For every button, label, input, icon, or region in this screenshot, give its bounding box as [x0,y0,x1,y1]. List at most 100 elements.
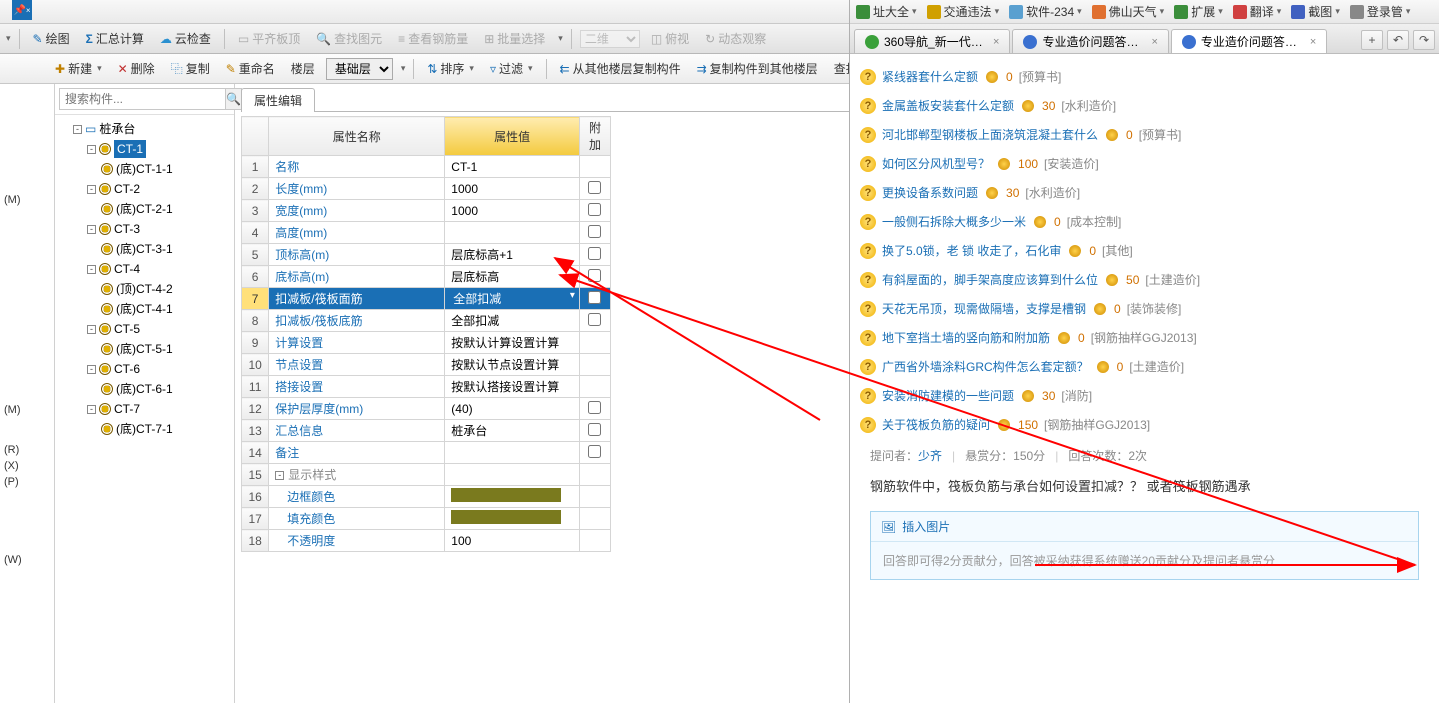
qa-item[interactable]: ? 关于筏板负筋的疑问 150 [钢筋抽样GGJ2013] [860,410,1429,439]
copy-to-floor-button[interactable]: ⇉复制构件到其他楼层 [692,58,823,79]
tree-item[interactable]: - CT-2 [85,179,232,199]
browser-tab[interactable]: 专业造价问题答疑平× [1012,29,1168,53]
cloud-check-button[interactable]: ☁云检查 [155,28,216,49]
property-row[interactable]: 5顶标高(m)层底标高+1 [242,244,611,266]
filter-button[interactable]: ▿过滤▾ [485,58,538,79]
tree-child[interactable]: (底)CT-7-1 [99,419,232,439]
property-row[interactable]: 16边框颜色 [242,486,611,508]
property-row[interactable]: 17填充颜色 [242,508,611,530]
value-cell[interactable]: 按默认节点设置计算 [445,354,580,376]
property-row[interactable]: 14备注 [242,442,611,464]
tree-child[interactable]: (底)CT-1-1 [99,159,232,179]
close-icon[interactable]: × [1310,36,1316,48]
qa-item[interactable]: ? 河北邯郸型钢楼板上面浇筑混凝土套什么 0 [预算书] [860,120,1429,149]
bookmark-item[interactable]: 翻译▾ [1233,3,1282,20]
qa-item[interactable]: ? 广西省外墙涂料GRC构件怎么套定额？ 0 [土建造价] [860,352,1429,381]
bookmark-item[interactable]: 登录管▾ [1350,3,1411,20]
value-cell[interactable]: 1000 [445,178,580,200]
tree-item[interactable]: - CT-7 [85,399,232,419]
sort-button[interactable]: ⇅排序▾ [422,58,479,79]
extra-checkbox[interactable] [588,401,601,414]
answer-box[interactable]: 🖼插入图片 回答即可得2分贡献分，回答被采纳获得系统赠送20贡献分及提问者悬赏分 [870,511,1419,580]
qa-title[interactable]: 安装消防建模的一些问题 [882,387,1014,404]
extra-checkbox[interactable] [588,203,601,216]
qa-item[interactable]: ? 换了5.0锁，老 锁 收走了，石化审 0 [其他] [860,236,1429,265]
extra-checkbox[interactable] [588,445,601,458]
browser-tab[interactable]: 专业造价问题答疑平× [1171,29,1327,53]
value-cell[interactable] [445,464,580,486]
tree-root[interactable]: -▭ 桩承台 [71,119,232,139]
bookmark-item[interactable]: 截图▾ [1291,3,1340,20]
property-row[interactable]: 12保护层厚度(mm)(40) [242,398,611,420]
qa-title[interactable]: 广西省外墙涂料GRC构件怎么套定额？ [882,358,1089,375]
property-row[interactable]: 9计算设置按默认计算设置计算 [242,332,611,354]
tree-item[interactable]: - CT-4 [85,259,232,279]
extra-checkbox[interactable] [588,225,601,238]
bookmark-item[interactable]: 址大全▾ [856,3,917,20]
bookmark-item[interactable]: 软件-234▾ [1009,3,1082,20]
value-cell[interactable]: 1000 [445,200,580,222]
extra-checkbox[interactable] [588,423,601,436]
qa-title[interactable]: 关于筏板负筋的疑问 [882,416,990,433]
property-row[interactable]: 10节点设置按默认节点设置计算 [242,354,611,376]
extra-checkbox[interactable] [588,269,601,282]
color-swatch[interactable] [451,510,561,524]
color-swatch[interactable] [451,488,561,502]
qa-item[interactable]: ? 一般侧石拆除大概多少一米 0 [成本控制] [860,207,1429,236]
dropdown-cell[interactable]: 全部扣减 [445,288,580,310]
answer-placeholder[interactable]: 回答即可得2分贡献分，回答被采纳获得系统赠送20贡献分及提问者悬赏分 [871,542,1418,579]
qa-item[interactable]: ? 有斜屋面的，脚手架高度应该算到什么位 50 [土建造价] [860,265,1429,294]
property-row[interactable]: 4高度(mm) [242,222,611,244]
draw-button[interactable]: ✎绘图 [28,28,75,49]
value-cell[interactable]: 100 [445,530,580,552]
copy-button[interactable]: ⿻复制 [166,58,215,79]
tree-child[interactable]: (底)CT-6-1 [99,379,232,399]
dropdown-icon[interactable]: ▾ [6,33,11,44]
qa-title[interactable]: 紧线器套什么定额 [882,68,978,85]
property-row[interactable]: 3宽度(mm)1000 [242,200,611,222]
property-row[interactable]: 2长度(mm)1000 [242,178,611,200]
forward-button[interactable]: ↷ [1413,30,1435,50]
bookmark-item[interactable]: 佛山天气▾ [1092,3,1165,20]
value-cell[interactable]: 层底标高+1 [445,244,580,266]
tree-child[interactable]: (底)CT-4-1 [99,299,232,319]
search-input[interactable] [59,88,226,110]
tree-child[interactable]: (底)CT-5-1 [99,339,232,359]
layer-select[interactable]: 基础层 [326,58,393,80]
qa-item[interactable]: ? 天花无吊顶，现需做隔墙，支撑是槽钢 0 [装饰装修] [860,294,1429,323]
sum-calc-button[interactable]: Σ汇总计算 [81,28,149,49]
image-icon[interactable]: 🖼 [881,520,896,534]
tree-child[interactable]: (底)CT-3-1 [99,239,232,259]
value-cell[interactable]: CT-1 [445,156,580,178]
bookmark-item[interactable]: 交通违法▾ [927,3,1000,20]
property-row[interactable]: 11搭接设置按默认搭接设置计算 [242,376,611,398]
qa-title[interactable]: 更换设备系数问题 [882,184,978,201]
property-row[interactable]: 18不透明度100 [242,530,611,552]
close-icon[interactable]: × [993,36,999,48]
qa-item[interactable]: ? 紧线器套什么定额 0 [预算书] [860,62,1429,91]
component-tree[interactable]: -▭ 桩承台- CT-1 (底)CT-1-1- CT-2 (底)CT-2-1- … [55,115,234,703]
qa-item[interactable]: ? 安装消防建模的一些问题 30 [消防] [860,381,1429,410]
value-cell[interactable]: (40) [445,398,580,420]
property-row[interactable]: 6底标高(m)层底标高 [242,266,611,288]
value-cell[interactable]: 桩承台 [445,420,580,442]
qa-title[interactable]: 一般侧石拆除大概多少一米 [882,213,1026,230]
value-cell[interactable] [445,442,580,464]
qa-title[interactable]: 河北邯郸型钢楼板上面浇筑混凝土套什么 [882,126,1098,143]
property-row[interactable]: 7扣减板/筏板面筋全部扣减 [242,288,611,310]
extra-checkbox[interactable] [588,247,601,260]
qa-title[interactable]: 金属盖板安装套什么定额 [882,97,1014,114]
copy-from-floor-button[interactable]: ⇇从其他楼层复制构件 [555,58,686,79]
tree-child[interactable]: (顶)CT-4-2 [99,279,232,299]
new-button[interactable]: ✚新建▾ [50,58,107,79]
tree-child[interactable]: (底)CT-2-1 [99,199,232,219]
qa-item[interactable]: ? 如何区分风机型号？ 100 [安装造价] [860,149,1429,178]
value-cell[interactable]: 按默认计算设置计算 [445,332,580,354]
qa-title[interactable]: 有斜屋面的，脚手架高度应该算到什么位 [882,271,1098,288]
value-cell[interactable]: 层底标高 [445,266,580,288]
tree-item[interactable]: - CT-5 [85,319,232,339]
property-table[interactable]: 属性名称 属性值 附加 1名称CT-12长度(mm)10003宽度(mm)100… [241,116,611,552]
property-row[interactable]: 15-显示样式 [242,464,611,486]
qa-title[interactable]: 天花无吊顶，现需做隔墙，支撑是槽钢 [882,300,1086,317]
floor-button[interactable]: 楼层 [286,58,320,79]
